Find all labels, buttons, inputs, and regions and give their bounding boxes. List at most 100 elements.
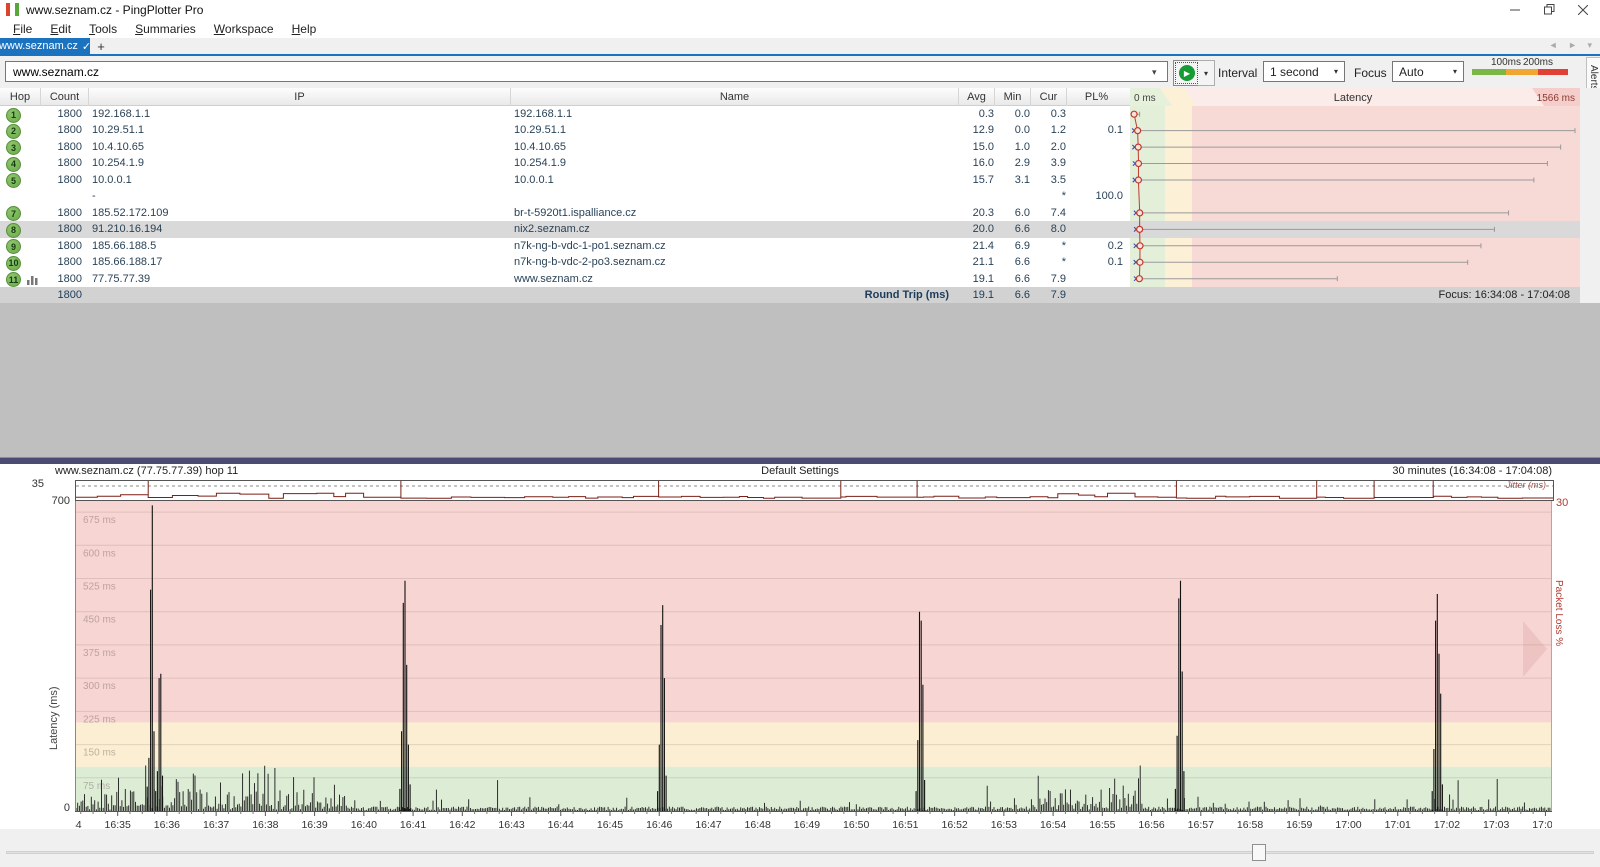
svg-text:75 ms: 75 ms bbox=[83, 781, 110, 792]
col-header-name[interactable]: Name bbox=[510, 88, 958, 106]
cell-packet-loss: 0.1 bbox=[1066, 122, 1123, 139]
col-header-hop[interactable]: Hop bbox=[0, 88, 40, 106]
latency-max-label: 1566 ms bbox=[1537, 93, 1575, 104]
cell-avg: 12.9 bbox=[956, 122, 994, 139]
col-header-count[interactable]: Count bbox=[40, 88, 88, 106]
latency-column-header[interactable]: 0 msLatency1566 ms bbox=[1126, 88, 1580, 106]
col-header-cur[interactable]: Cur bbox=[1030, 88, 1066, 106]
cell-name: 10.29.51.1 bbox=[514, 122, 949, 139]
menu-item-workspace[interactable]: Workspace bbox=[205, 20, 283, 38]
cell-name: 192.168.1.1 bbox=[514, 106, 949, 123]
menu-item-edit[interactable]: Edit bbox=[41, 20, 80, 38]
cell-cur: 3.9 bbox=[1030, 155, 1066, 172]
minimize-button[interactable] bbox=[1498, 0, 1532, 19]
latency-timeline-plot: 75 ms150 ms225 ms300 ms375 ms450 ms525 m… bbox=[75, 501, 1552, 829]
hop-number-badge: 11 bbox=[6, 272, 21, 287]
hop-number-badge: 8 bbox=[6, 223, 21, 238]
right-gutter bbox=[1580, 88, 1600, 303]
col-header-avg[interactable]: Avg bbox=[958, 88, 994, 106]
main-toolbar: ▾ ▶ ▾ Interval 1 second ▾ Focus Auto ▾ 1… bbox=[0, 56, 1600, 88]
timeline-settings-label[interactable]: Default Settings bbox=[600, 465, 1000, 477]
tab-check-icon: ✓ bbox=[82, 40, 91, 53]
svg-text:16:49: 16:49 bbox=[794, 819, 820, 829]
cell-min: 0.0 bbox=[994, 122, 1030, 139]
svg-text:16:36: 16:36 bbox=[154, 819, 180, 829]
jitter-axis-title: Jitter (ms) bbox=[1380, 480, 1546, 490]
svg-text:17:02: 17:02 bbox=[1434, 819, 1460, 829]
restore-button[interactable] bbox=[1532, 0, 1566, 19]
interval-select[interactable]: 1 second ▾ bbox=[1263, 61, 1345, 82]
cell-packet-loss bbox=[1066, 172, 1123, 189]
start-trace-button[interactable]: ▶ bbox=[1173, 60, 1200, 86]
cell-cur: 0.3 bbox=[1030, 106, 1066, 123]
round-trip-label: Round Trip (ms) bbox=[700, 287, 949, 303]
jitter-axis-max-label: 35 bbox=[14, 478, 44, 490]
latency-range-graph[interactable] bbox=[1126, 106, 1580, 287]
svg-text:16:42: 16:42 bbox=[449, 819, 475, 829]
svg-text:375 ms: 375 ms bbox=[83, 648, 116, 659]
svg-text:16:47: 16:47 bbox=[695, 819, 721, 829]
cell-min: 6.0 bbox=[994, 205, 1030, 222]
menu-item-help[interactable]: Help bbox=[283, 20, 326, 38]
cell-cur: 1.2 bbox=[1030, 122, 1066, 139]
close-button[interactable] bbox=[1566, 0, 1600, 19]
svg-text:150 ms: 150 ms bbox=[83, 748, 116, 759]
interval-value: 1 second bbox=[1270, 65, 1319, 79]
cell-packet-loss: 0.2 bbox=[1066, 238, 1123, 255]
cell-avg: 16.0 bbox=[956, 155, 994, 172]
hop-number-badge: 3 bbox=[6, 140, 21, 155]
target-address-input[interactable] bbox=[5, 61, 1168, 82]
cell-name: n7k-ng-b-vdc-1-po1.seznam.cz bbox=[514, 238, 949, 255]
focus-select[interactable]: Auto ▾ bbox=[1392, 61, 1464, 82]
latency-timeline-graph[interactable]: 75 ms150 ms225 ms300 ms375 ms450 ms525 m… bbox=[75, 501, 1552, 829]
timeline-range-label[interactable]: 30 minutes (16:34:08 - 17:04:08) bbox=[1150, 465, 1552, 477]
latency-axis-max-label: 700 bbox=[24, 495, 70, 507]
svg-text:16:56: 16:56 bbox=[1138, 819, 1164, 829]
col-header-min[interactable]: Min bbox=[994, 88, 1030, 106]
scrollbar-thumb[interactable] bbox=[1252, 844, 1266, 861]
latency-axis-min-label: 0 bbox=[44, 802, 70, 814]
menu-item-file[interactable]: File bbox=[4, 20, 41, 38]
menu-item-summaries[interactable]: Summaries bbox=[126, 20, 205, 38]
pane-splitter[interactable] bbox=[0, 457, 1600, 464]
svg-text:16:38: 16:38 bbox=[252, 819, 278, 829]
tab-www-seznam-cz[interactable]: www.seznam.cz ✓ bbox=[0, 38, 90, 54]
svg-text:16:34: 16:34 bbox=[75, 819, 82, 829]
jitter-strip[interactable] bbox=[75, 480, 1554, 501]
legend-yellow-segment bbox=[1506, 69, 1538, 75]
svg-text:16:39: 16:39 bbox=[301, 819, 327, 829]
hop-number-badge: 10 bbox=[6, 256, 21, 271]
cell-name: nix2.seznam.cz bbox=[514, 221, 949, 238]
start-options-dropdown[interactable]: ▾ bbox=[1198, 60, 1215, 86]
focus-range-text: Focus: 16:34:08 - 17:04:08 bbox=[1130, 287, 1570, 303]
target-dropdown-icon[interactable]: ▾ bbox=[1152, 67, 1157, 78]
scrollbar-track[interactable] bbox=[6, 851, 1594, 854]
svg-text:16:43: 16:43 bbox=[498, 819, 524, 829]
svg-text:16:52: 16:52 bbox=[941, 819, 967, 829]
round-trip-row[interactable]: 1800 Round Trip (ms) 19.1 6.6 7.9 Focus:… bbox=[0, 287, 1580, 303]
svg-text:225 ms: 225 ms bbox=[83, 714, 116, 725]
cell-packet-loss bbox=[1066, 205, 1123, 222]
cell-avg bbox=[956, 188, 994, 205]
svg-text:17:04: 17:04 bbox=[1532, 819, 1552, 829]
cell-avg: 15.7 bbox=[956, 172, 994, 189]
cell-cur: 7.9 bbox=[1030, 271, 1066, 288]
cell-ip: 10.29.51.1 bbox=[92, 122, 497, 139]
svg-text:16:48: 16:48 bbox=[745, 819, 771, 829]
cell-count: 1800 bbox=[40, 139, 82, 156]
svg-text:16:57: 16:57 bbox=[1188, 819, 1214, 829]
col-header-pl[interactable]: PL% bbox=[1066, 88, 1126, 106]
new-tab-button[interactable]: + bbox=[92, 38, 110, 54]
col-header-ip[interactable]: IP bbox=[88, 88, 510, 106]
cell-ip: 10.0.0.1 bbox=[92, 172, 497, 189]
tab-scroll-arrows[interactable]: ◄ ► ▾ bbox=[1549, 40, 1596, 51]
latency-color-scale bbox=[1472, 69, 1568, 75]
svg-text:16:58: 16:58 bbox=[1237, 819, 1263, 829]
cell-avg: 20.3 bbox=[956, 205, 994, 222]
cell-packet-loss: 100.0 bbox=[1066, 188, 1123, 205]
latency-axis-title: Latency (ms) bbox=[48, 590, 60, 750]
packet-loss-axis-title: Packet Loss % bbox=[1553, 580, 1564, 740]
hop-number-badge: 2 bbox=[6, 124, 21, 139]
menu-item-tools[interactable]: Tools bbox=[80, 20, 126, 38]
cell-avg: 19.1 bbox=[956, 271, 994, 288]
